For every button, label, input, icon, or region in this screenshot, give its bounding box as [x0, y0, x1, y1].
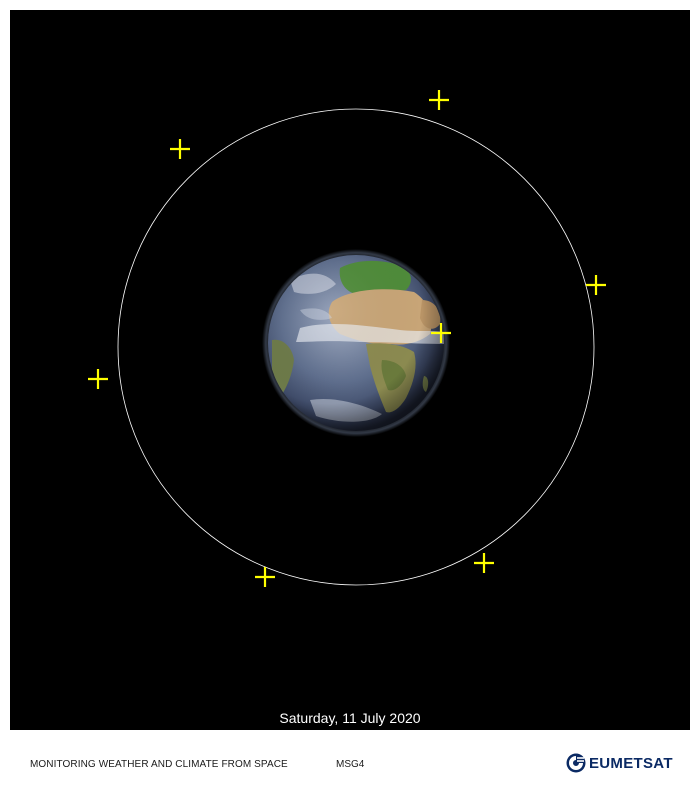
- eumetsat-logo-icon: [566, 753, 586, 773]
- earth-globe: [262, 249, 450, 437]
- satellite-marker: [474, 553, 494, 573]
- footer-tagline: MONITORING WEATHER AND CLIMATE FROM SPAC…: [30, 759, 288, 770]
- date-label: Saturday, 11 July 2020: [279, 710, 421, 726]
- space-view-panel: Saturday, 11 July 2020: [10, 10, 690, 730]
- eumetsat-logo: EUMETSAT: [566, 752, 673, 774]
- space-view-diagram: [88, 90, 606, 587]
- eumetsat-logo-text: EUMETSAT: [589, 754, 673, 772]
- footer-bar: MONITORING WEATHER AND CLIMATE FROM SPAC…: [0, 730, 700, 790]
- satellite-name: MSG4: [336, 759, 365, 770]
- satellite-marker: [429, 90, 449, 110]
- satellite-marker: [88, 369, 108, 389]
- satellite-marker: [170, 139, 190, 159]
- satellite-marker: [586, 275, 606, 295]
